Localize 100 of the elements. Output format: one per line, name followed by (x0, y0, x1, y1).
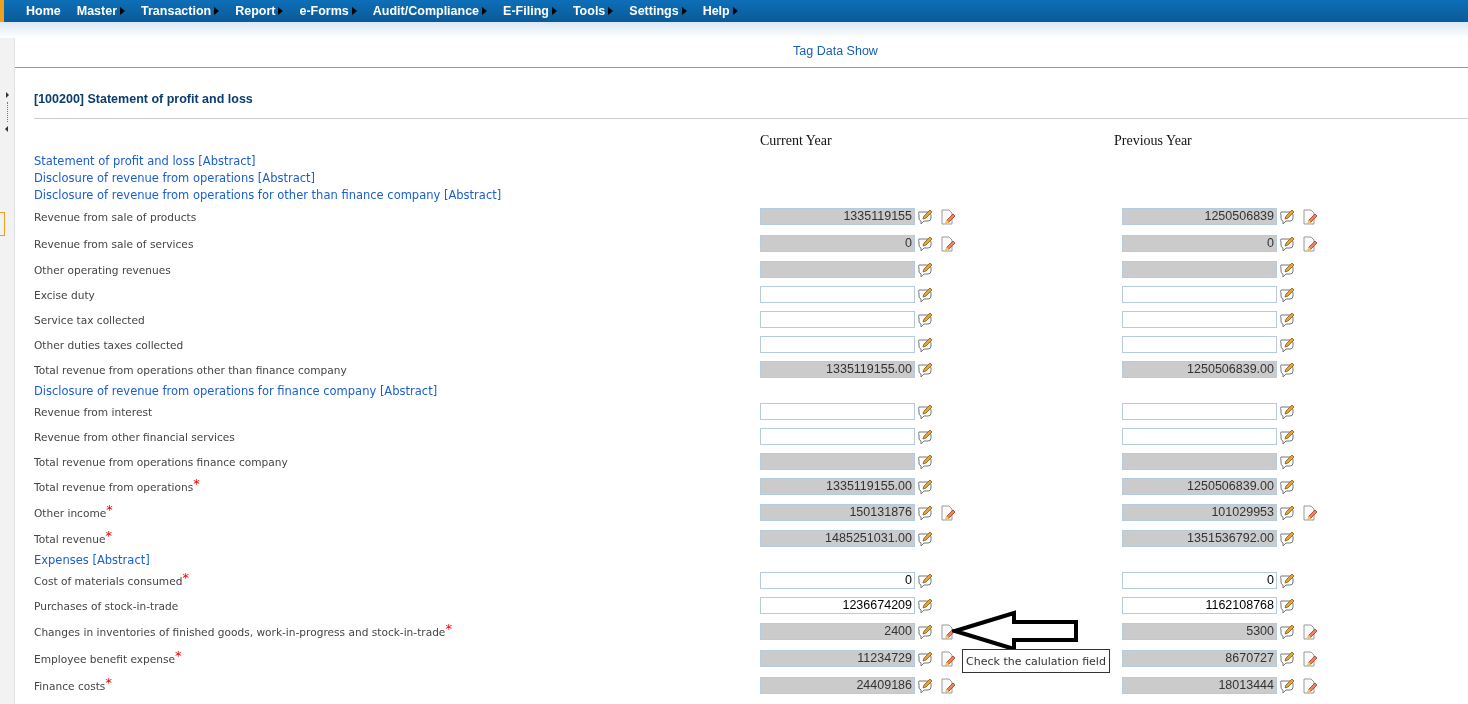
row-label: Total revenue from operations finance company (34, 455, 288, 468)
comment-pencil-icon[interactable] (917, 336, 933, 353)
value-field[interactable]: 1250506839 (1122, 208, 1277, 225)
tooltip: Check the calulation field (962, 649, 1110, 673)
column-header: Previous Year (1114, 133, 1192, 148)
value-field[interactable]: 101029953 (1122, 504, 1277, 521)
section-heading: Disclosure of revenue from operations [Abstract] (34, 170, 316, 185)
comment-pencil-icon[interactable] (1279, 311, 1295, 328)
menu-item[interactable]: Settings (629, 4, 687, 18)
value-field[interactable]: 1335119155.00 (760, 478, 915, 495)
comment-pencil-icon[interactable] (1279, 403, 1295, 420)
comment-pencil-icon[interactable] (1279, 478, 1295, 495)
value-field[interactable]: 1351536792.00 (1122, 530, 1277, 547)
row-label: Excise duty (34, 288, 95, 301)
document-edit-icon[interactable] (939, 623, 955, 640)
comment-pencil-icon[interactable] (917, 623, 933, 640)
comment-pencil-icon[interactable] (1279, 235, 1295, 252)
nav-edge (0, 0, 4, 22)
value-field[interactable] (1122, 311, 1277, 328)
menu-item[interactable]: Home (26, 4, 61, 18)
menu-item[interactable]: Help (702, 4, 738, 18)
value-field[interactable] (1122, 403, 1277, 420)
value-field[interactable]: 1162108768 (1122, 597, 1277, 614)
collapse-icon[interactable] (5, 126, 8, 132)
comment-pencil-icon[interactable] (1279, 208, 1295, 225)
comment-pencil-icon[interactable] (1279, 261, 1295, 278)
comment-pencil-icon[interactable] (917, 478, 933, 495)
comment-pencil-icon[interactable] (1279, 597, 1295, 614)
value-field[interactable] (1122, 261, 1277, 278)
value-field[interactable]: 2400 (760, 623, 915, 640)
value-field[interactable]: 0 (760, 572, 915, 589)
comment-pencil-icon[interactable] (917, 504, 933, 521)
comment-pencil-icon[interactable] (917, 597, 933, 614)
menu-item[interactable]: Tools (572, 4, 614, 18)
comment-pencil-icon[interactable] (1279, 361, 1295, 378)
value-field[interactable]: 5300 (1122, 623, 1277, 640)
section-heading: Expenses [Abstract] (34, 552, 150, 567)
value-field[interactable]: 0 (1122, 572, 1277, 589)
comment-pencil-icon[interactable] (917, 311, 933, 328)
value-field[interactable]: 1335119155.00 (760, 361, 915, 378)
comment-pencil-icon[interactable] (1279, 623, 1295, 640)
comment-pencil-icon[interactable] (917, 677, 933, 694)
comment-pencil-icon[interactable] (1279, 453, 1295, 470)
value-field[interactable] (760, 286, 915, 303)
value-field[interactable]: 150131876 (760, 504, 915, 521)
comment-pencil-icon[interactable] (1279, 336, 1295, 353)
value-field[interactable]: 1485251031.00 (760, 530, 915, 547)
value-field[interactable] (1122, 428, 1277, 445)
comment-pencil-icon[interactable] (917, 208, 933, 225)
value-field[interactable] (1122, 286, 1277, 303)
comment-pencil-icon[interactable] (917, 453, 933, 470)
row-label: Total revenue from operations other than finance company (34, 363, 347, 376)
value-field[interactable] (760, 261, 915, 278)
comment-pencil-icon[interactable] (917, 428, 933, 445)
menu-item[interactable]: Report (235, 4, 284, 18)
menu-item[interactable]: E-Filing (503, 4, 557, 18)
comment-pencil-icon[interactable] (917, 361, 933, 378)
value-field[interactable]: 0 (1122, 235, 1277, 252)
comment-pencil-icon[interactable] (917, 530, 933, 547)
value-field[interactable]: 1335119155 (760, 208, 915, 225)
comment-pencil-icon[interactable] (1279, 504, 1295, 521)
comment-pencil-icon[interactable] (917, 403, 933, 420)
value-field[interactable]: 11234729 (760, 650, 915, 667)
value-field[interactable]: 8670727 (1122, 650, 1277, 667)
comment-pencil-icon[interactable] (1279, 650, 1295, 667)
value-field[interactable] (1122, 336, 1277, 353)
comment-pencil-icon[interactable] (917, 650, 933, 667)
comment-pencil-icon[interactable] (1279, 286, 1295, 303)
comment-pencil-icon[interactable] (917, 261, 933, 278)
value-field[interactable] (760, 336, 915, 353)
comment-pencil-icon[interactable] (1279, 677, 1295, 694)
value-field[interactable] (760, 403, 915, 420)
comment-pencil-icon[interactable] (917, 286, 933, 303)
value-field[interactable]: 1250506839.00 (1122, 478, 1277, 495)
comment-pencil-icon[interactable] (1279, 530, 1295, 547)
menu-item[interactable]: Audit/Compliance (372, 4, 488, 18)
comment-pencil-icon[interactable] (1279, 572, 1295, 589)
comment-pencil-icon[interactable] (1279, 428, 1295, 445)
value-field[interactable]: 0 (760, 235, 915, 252)
comment-pencil-icon[interactable] (917, 235, 933, 252)
value-field[interactable]: 1250506839.00 (1122, 361, 1277, 378)
value-field[interactable] (760, 311, 915, 328)
value-field[interactable]: 24409186 (760, 677, 915, 694)
value-field[interactable] (760, 453, 915, 470)
row-label: Revenue from interest (34, 405, 153, 418)
section-heading: Disclosure of revenue from operations for finance company [Abstract] (34, 383, 438, 398)
expand-icon[interactable] (6, 92, 9, 98)
menu-item[interactable]: e-Forms (299, 4, 357, 18)
value-field[interactable]: 1236674209 (760, 597, 915, 614)
menu-item[interactable]: Master (76, 4, 126, 18)
value-field[interactable]: 18013444 (1122, 677, 1277, 694)
section-heading: Disclosure of revenue from operations for other than finance company [Abstract] (34, 187, 502, 202)
value-field[interactable] (760, 428, 915, 445)
menu-item[interactable]: Transaction (141, 4, 220, 18)
comment-pencil-icon[interactable] (917, 572, 933, 589)
column-header: Current Year (760, 133, 832, 148)
row-label: Revenue from sale of services (34, 237, 194, 250)
value-field[interactable] (1122, 453, 1277, 470)
row-label: Revenue from other financial services (34, 430, 235, 443)
tag-data-link[interactable]: Tag Data Show (793, 44, 878, 58)
